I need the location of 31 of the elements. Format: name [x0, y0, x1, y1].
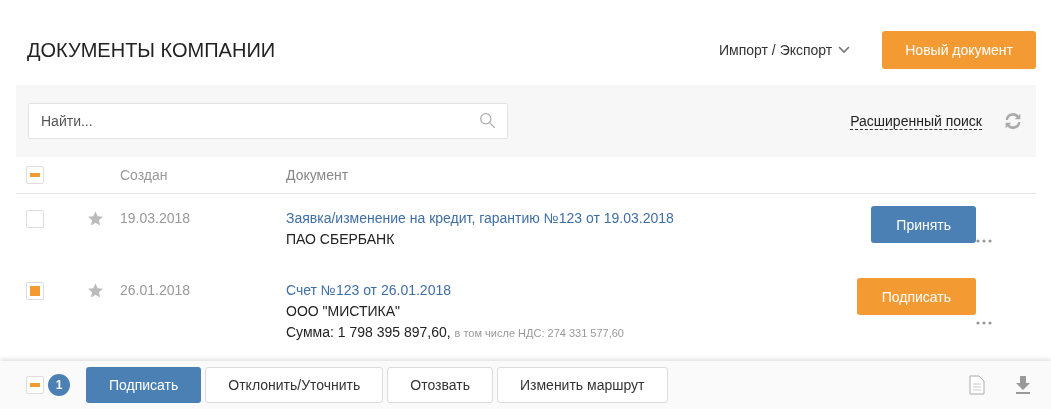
sum-text: Сумма: 1 798 395 897,60, в том числе НДС: 274 331 577,60 [286, 324, 625, 340]
date-text: 26.01.2018 [120, 282, 192, 298]
advanced-search-link[interactable]: Расширенный поиск [850, 112, 982, 130]
more-icon[interactable] [976, 239, 992, 243]
checkbox[interactable] [26, 210, 44, 228]
checkbox[interactable] [26, 282, 44, 300]
search-icon [479, 112, 496, 129]
row-action-button[interactable]: Принять [871, 206, 976, 243]
import-export-dropdown[interactable]: Импорт / Экспорт [713, 41, 857, 59]
company-name: ПАО СБЕРБАНК [286, 231, 396, 247]
star-icon[interactable] [86, 282, 104, 299]
document-icon[interactable] [969, 375, 985, 395]
date-text: 19.03.2018 [120, 210, 192, 226]
more-icon[interactable] [976, 321, 992, 325]
column-header: Документ [286, 167, 349, 183]
page-title: ДОКУМЕНТЫ КОМПАНИИ [27, 38, 277, 62]
star-icon[interactable] [86, 210, 104, 227]
chevron-down-icon [838, 46, 851, 54]
company-name: ООО "МИСТИКА" [286, 303, 401, 319]
download-icon[interactable] [1015, 375, 1031, 395]
checkbox[interactable] [26, 376, 44, 394]
action-button[interactable]: Отклонить/Уточнить [205, 367, 384, 403]
column-header: Создан [120, 167, 169, 183]
action-button[interactable]: Подписать [86, 367, 202, 403]
document-link[interactable]: Заявка/изменение на кредит, гарантию №123 от 19.03.2018 [286, 210, 872, 226]
document-link[interactable]: Счет №123 от 26.01.2018 [286, 282, 857, 298]
action-button[interactable]: Изменить маршрут [497, 367, 668, 403]
selected-count-badge: 1 [48, 374, 70, 396]
search-field[interactable]: Найти... [28, 103, 508, 139]
checkbox[interactable] [26, 166, 44, 184]
action-button[interactable]: Отозвать [387, 367, 493, 403]
